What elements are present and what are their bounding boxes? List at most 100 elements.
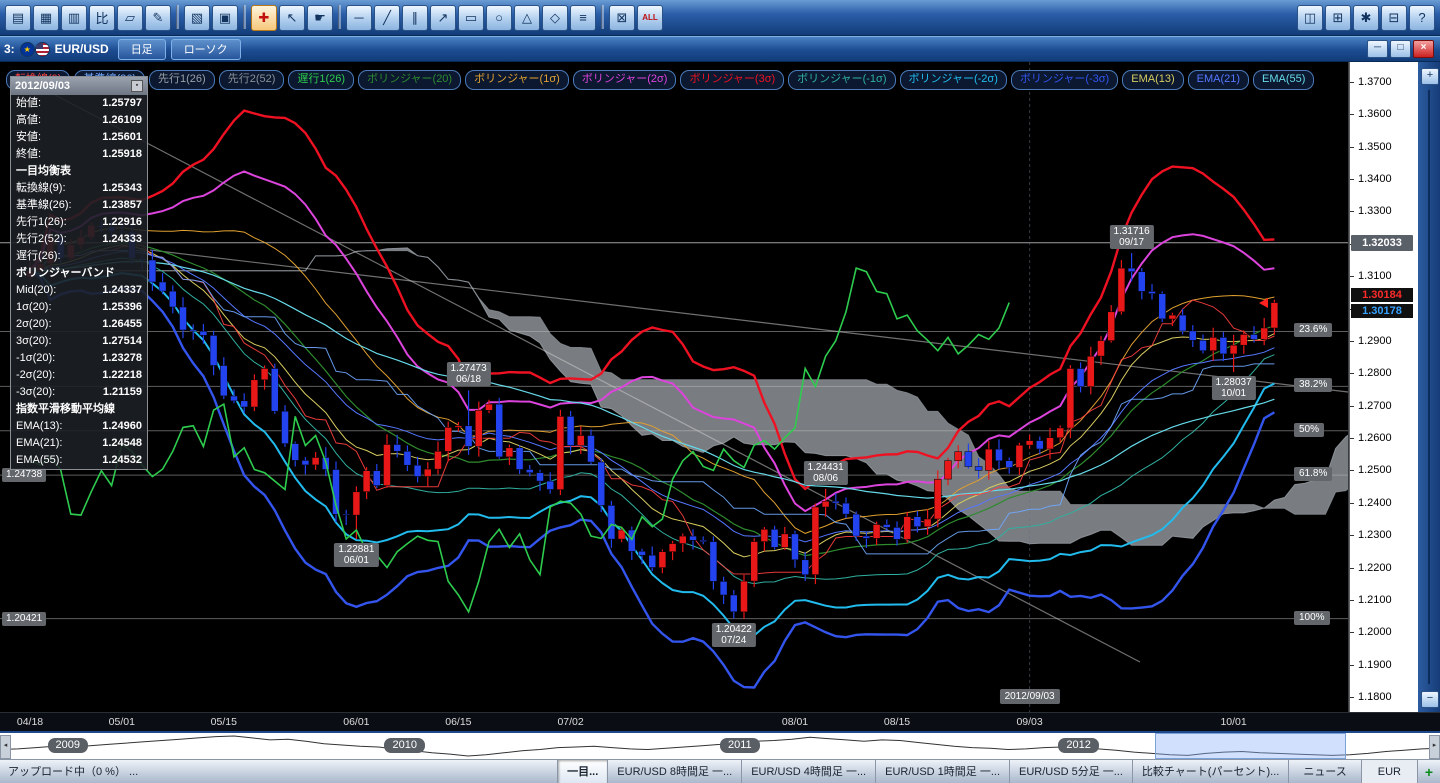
price-axis[interactable]: 1.37001.36001.35001.34001.33001.32001.31… <box>1349 62 1419 712</box>
navigator-selection[interactable] <box>1155 733 1347 759</box>
tooltip-row: -2σ(20):1.22218 <box>11 367 147 384</box>
price-chart-svg[interactable] <box>0 62 1348 712</box>
price-axis-label: 1.3300 <box>1358 205 1392 217</box>
horizontal-line-tool-icon[interactable]: ─ <box>346 5 372 31</box>
tooltip-row: 基準線(26):1.23857 <box>11 197 147 214</box>
axis-tick <box>1350 179 1354 180</box>
fib-level-label: 50% <box>1294 423 1324 437</box>
fib-level-label: 38.2% <box>1294 378 1332 392</box>
legend-item[interactable]: EMA(21) <box>1188 70 1249 90</box>
legend-item[interactable]: ボリンジャー(1σ) <box>465 70 569 90</box>
legend-item[interactable]: 先行2(52) <box>219 70 285 90</box>
hand-tool-icon[interactable]: ☛ <box>307 5 333 31</box>
tooltip-row: 高値:1.26109 <box>11 112 147 129</box>
price-axis-label: 1.3500 <box>1358 141 1392 153</box>
legend-item[interactable]: EMA(13) <box>1122 70 1183 90</box>
zoom-out-button[interactable]: − <box>1421 691 1439 708</box>
currency-selector[interactable]: EUR <box>1361 760 1417 783</box>
data-tooltip-panel: 2012/09/03 ▪ 始値:1.25797高値:1.26109安値:1.25… <box>10 76 148 470</box>
erase-all-icon[interactable]: ALL <box>637 5 663 31</box>
legend-item[interactable]: ボリンジャー(-3σ) <box>1011 70 1118 90</box>
price-axis-label: 1.2600 <box>1358 432 1392 444</box>
quote-board-icon[interactable]: ▤ <box>5 5 31 31</box>
time-axis-label: 07/02 <box>557 716 583 728</box>
time-axis-label: 04/18 <box>17 716 43 728</box>
add-tab-button[interactable]: + <box>1417 760 1440 783</box>
print-icon[interactable]: ⊟ <box>1381 5 1407 31</box>
compare-icon[interactable]: 比 <box>89 5 115 31</box>
toolbar-separator <box>338 5 341 29</box>
axis-tick <box>1350 470 1354 471</box>
legend-item[interactable]: ボリンジャー(20) <box>358 70 461 90</box>
timeframe-button[interactable]: 日足 <box>118 39 166 60</box>
navigator-left-button[interactable]: ◂ <box>0 735 11 759</box>
news-tab[interactable]: ニュース <box>1288 760 1360 783</box>
triangle-tool-icon[interactable]: △ <box>514 5 540 31</box>
legend-item[interactable]: ボリンジャー(-2σ) <box>900 70 1007 90</box>
axis-tick <box>1350 438 1354 439</box>
legend-item[interactable]: ボリンジャー(3σ) <box>680 70 784 90</box>
axis-tick <box>1350 114 1354 115</box>
legend-item[interactable]: ボリンジャー(-1σ) <box>788 70 895 90</box>
trend-line-tool-icon[interactable]: ╱ <box>374 5 400 31</box>
chart-tab[interactable]: EUR/USD 8時間足 一... <box>607 760 741 783</box>
zoom-column: + − <box>1418 62 1440 712</box>
legend-item[interactable]: EMA(55) <box>1253 70 1314 90</box>
chart-canvas[interactable]: 転換線(9)基準線(26)先行1(26)先行2(52)遅行1(26)ボリンジャー… <box>0 62 1349 712</box>
settings-gear-icon[interactable]: ✱ <box>1353 5 1379 31</box>
navigator-year-label: 2011 <box>720 738 760 753</box>
navigator-right-button[interactable]: ▸ <box>1429 735 1440 759</box>
axis-tick <box>1350 503 1354 504</box>
tooltip-row: -3σ(20):1.21159 <box>11 384 147 401</box>
chart-region: 転換線(9)基準線(26)先行1(26)先行2(52)遅行1(26)ボリンジャー… <box>0 62 1440 712</box>
chart-layout-icon[interactable]: ▧ <box>184 5 210 31</box>
legend-item[interactable]: ボリンジャー(2σ) <box>573 70 677 90</box>
tooltip-row: 転換線(9):1.25343 <box>11 180 147 197</box>
chart-tab[interactable]: 比較チャート(パーセント)... <box>1132 760 1288 783</box>
fib-level-label: 61.8% <box>1294 467 1332 481</box>
history-navigator[interactable]: 2009201020112012◂▸ <box>0 731 1440 759</box>
zoom-scroll-track[interactable] <box>1428 90 1430 684</box>
chart-tab[interactable]: EUR/USD 1時間足 一... <box>875 760 1009 783</box>
eraser-icon[interactable]: ⊠ <box>609 5 635 31</box>
zoom-in-button[interactable]: + <box>1421 68 1439 85</box>
price-axis-label: 1.1800 <box>1358 691 1392 703</box>
tick-chart-icon[interactable]: ▥ <box>61 5 87 31</box>
chart-type-button[interactable]: ローソク <box>171 39 241 60</box>
tooltip-row: 2σ(20):1.26455 <box>11 316 147 333</box>
axis-tick <box>1350 568 1354 569</box>
minimize-button[interactable]: ─ <box>1367 40 1388 58</box>
line-value-label: 1.20421 <box>2 612 46 626</box>
time-axis-label: 06/01 <box>343 716 369 728</box>
rectangle-tool-icon[interactable]: ▭ <box>458 5 484 31</box>
edit-pencil-icon[interactable]: ✎ <box>145 5 171 31</box>
fib-level-label: 100% <box>1294 611 1330 625</box>
close-button[interactable]: × <box>1413 40 1434 58</box>
ellipse-tool-icon[interactable]: ○ <box>486 5 512 31</box>
palette-icon[interactable]: ▱ <box>117 5 143 31</box>
new-chart-icon[interactable]: ▦ <box>33 5 59 31</box>
time-axis[interactable]: 04/1805/0105/1506/0106/1507/0208/0108/15… <box>0 712 1440 731</box>
fit-window-icon[interactable]: ⊞ <box>1325 5 1351 31</box>
axis-tick <box>1350 632 1354 633</box>
chart-tab[interactable]: 一目... <box>557 760 607 783</box>
restore-button[interactable]: □ <box>1390 40 1411 58</box>
chart-tab[interactable]: EUR/USD 4時間足 一... <box>741 760 875 783</box>
price-axis-label: 1.2400 <box>1358 497 1392 509</box>
arrow-line-tool-icon[interactable]: ↗ <box>430 5 456 31</box>
legend-item[interactable]: 先行1(26) <box>149 70 215 90</box>
help-icon[interactable]: ? <box>1409 5 1435 31</box>
polygon-tool-icon[interactable]: ◇ <box>542 5 568 31</box>
legend-item[interactable]: 遅行1(26) <box>288 70 354 90</box>
pointer-tool-icon[interactable]: ↖ <box>279 5 305 31</box>
windows-arrange-icon[interactable]: ◫ <box>1297 5 1323 31</box>
parallel-lines-tool-icon[interactable]: ∥ <box>402 5 428 31</box>
navigator-year-label: 2009 <box>48 738 88 753</box>
price-axis-label: 1.2900 <box>1358 335 1392 347</box>
price-axis-label: 1.2100 <box>1358 594 1392 606</box>
tooltip-pin-button[interactable]: ▪ <box>131 80 143 92</box>
crosshair-tool-icon[interactable]: ✚ <box>251 5 277 31</box>
chart-tab[interactable]: EUR/USD 5分足 一... <box>1009 760 1132 783</box>
fibonacci-tool-icon[interactable]: ≡ <box>570 5 596 31</box>
save-layout-icon[interactable]: ▣ <box>212 5 238 31</box>
